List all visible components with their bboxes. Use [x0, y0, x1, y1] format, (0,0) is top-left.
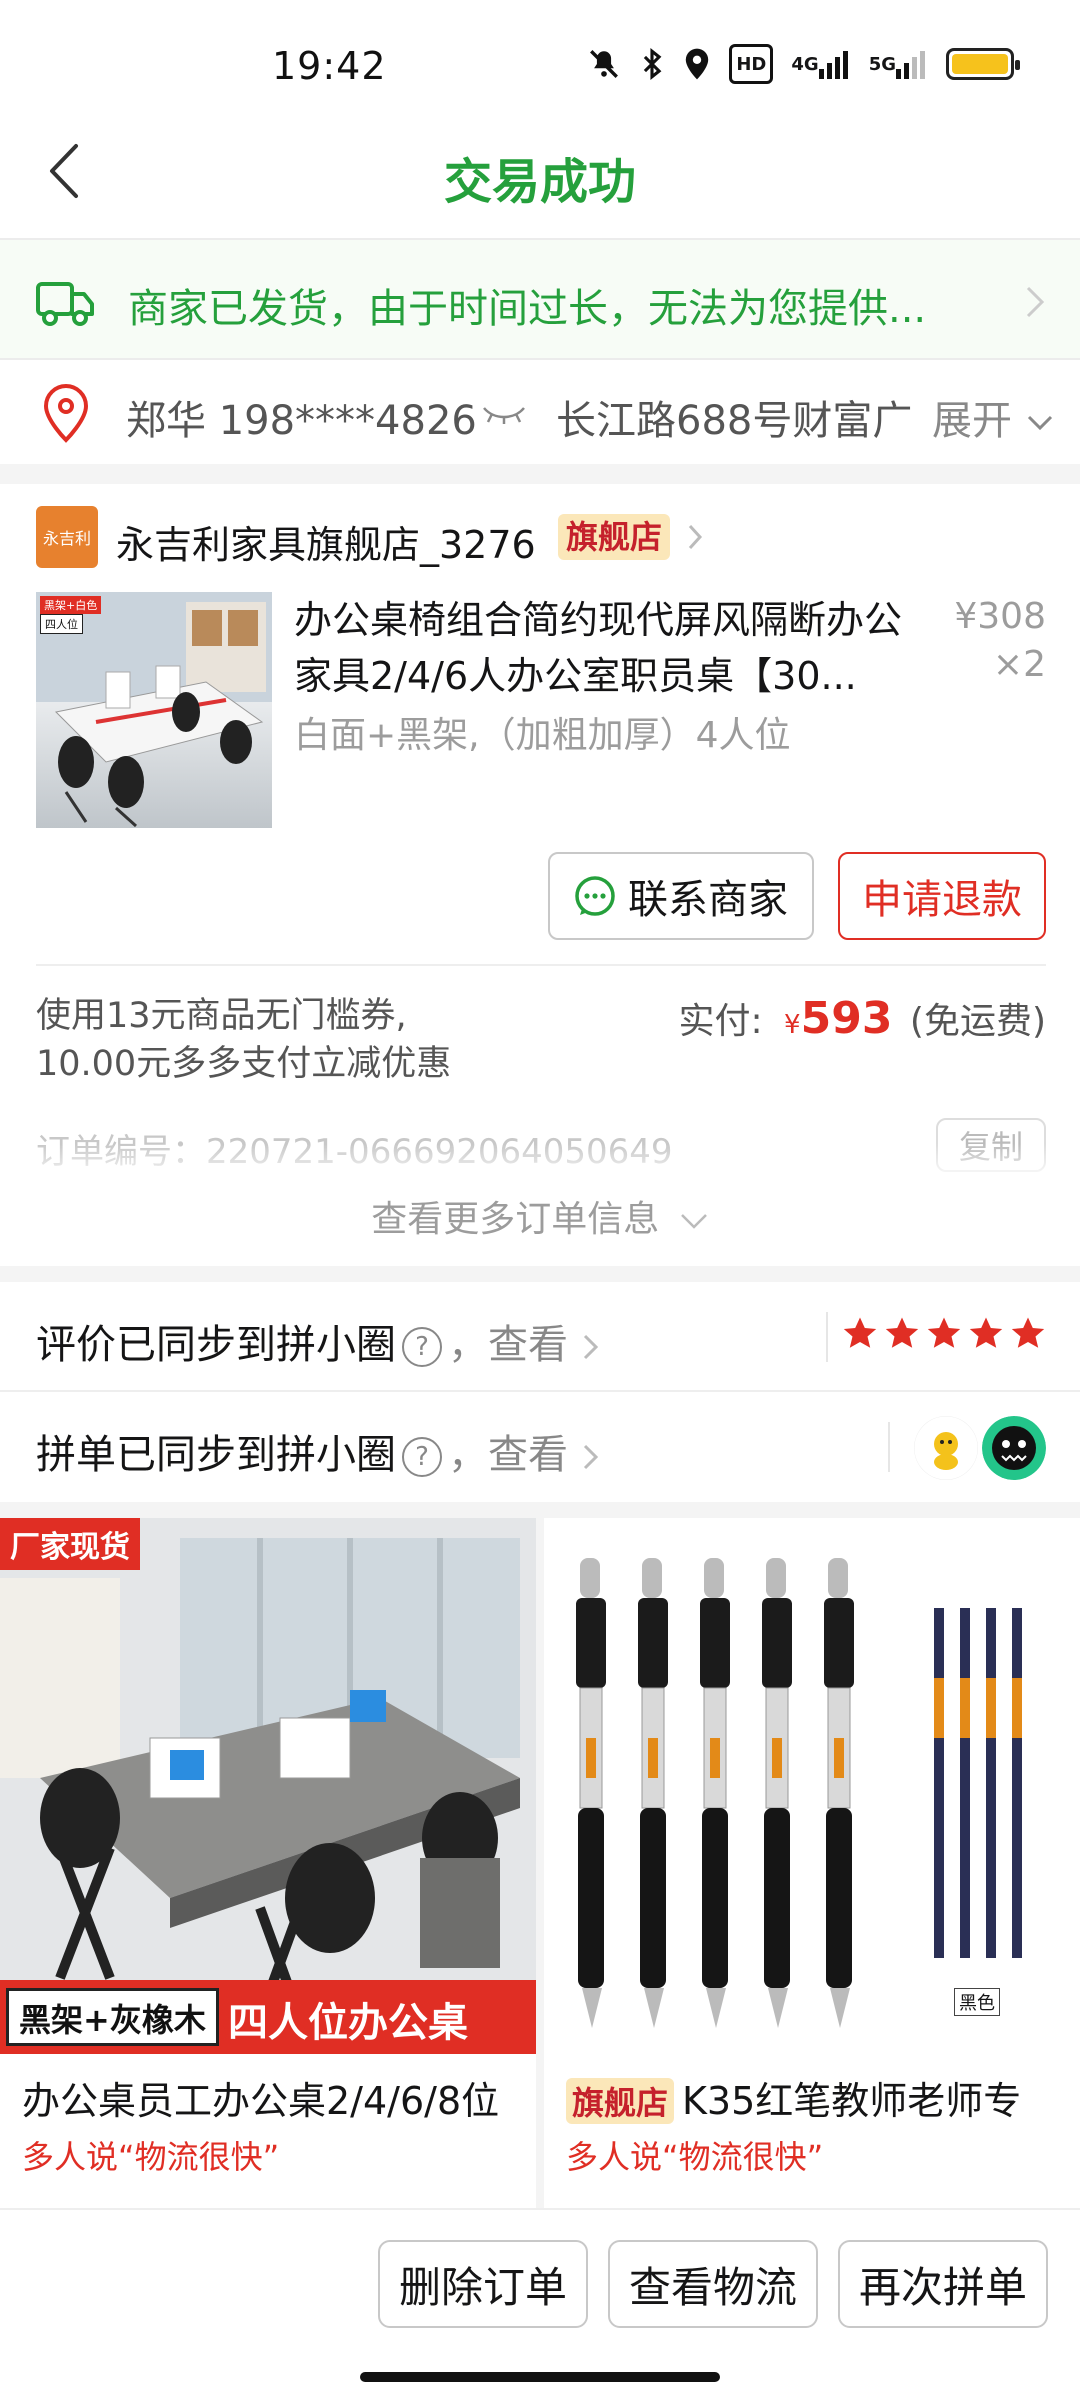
avatar[interactable]: [914, 1416, 978, 1480]
home-indicator[interactable]: [360, 2372, 720, 2382]
rebuy-button[interactable]: 再次拼单: [838, 2240, 1048, 2328]
refill-color-label: 黑色: [954, 1988, 1000, 2016]
unit-price: ¥308: [954, 596, 1046, 637]
promo-text: 使用13元商品无门槛券, 10.00元多多支付立减优惠: [36, 992, 486, 1088]
help-icon[interactable]: ?: [402, 1437, 442, 1477]
promo-line-2: 10.00元多多支付立减优惠: [36, 1044, 452, 1084]
logistics-text: 商家已发货，由于时间过长，无法为您提供...: [128, 286, 927, 332]
avatar[interactable]: [982, 1416, 1046, 1480]
flagship-badge: 旗舰店: [558, 514, 671, 560]
star-icon: [969, 1317, 1003, 1348]
bluetooth-icon: [639, 44, 665, 84]
receiver-name-phone: 郑华 198****4826: [126, 398, 477, 444]
nav-header: 交易成功: [0, 120, 1080, 238]
recommendation-grid: 厂家现货 黑架+灰橡木 四人位办公桌 办公桌员工办公桌2/4/6/8位 多人说“…: [0, 1518, 1080, 2208]
location-pin-icon: [43, 383, 89, 443]
contact-label: 联系商家: [628, 877, 788, 923]
paid-amount: 593: [800, 993, 893, 1044]
recommend-desk-image: 厂家现货 黑架+灰橡木 四人位办公桌: [0, 1518, 536, 2054]
store-name[interactable]: 永吉利家具旗舰店_3276: [116, 514, 536, 569]
more-order-info-button[interactable]: 查看更多订单信息: [0, 1190, 1080, 1242]
divider: [36, 964, 1046, 966]
sync-section: 评价已同步到拼小圈? ，查看 拼单已同步到拼小圈? ，查看: [0, 1282, 1080, 1502]
recommend-title-text: K35红笔教师老师专: [682, 2079, 1022, 2123]
store-chevron-icon[interactable]: [686, 522, 704, 552]
truck-icon: [36, 282, 94, 326]
rating-stars: [842, 1316, 1046, 1352]
store-logo[interactable]: 永吉利: [36, 506, 98, 568]
review-look-link[interactable]: ，查看: [448, 1322, 568, 1368]
bottom-action-bar: 删除订单 查看物流 再次拼单: [0, 2208, 1080, 2400]
hide-eye-icon[interactable]: [482, 402, 526, 426]
recommend-pen-image: 黑色: [544, 1518, 1080, 2054]
recommend-subtitle: 多人说“物流很快”: [22, 2138, 280, 2176]
star-icon: [843, 1317, 877, 1348]
flagship-badge: 旗舰店: [566, 2078, 675, 2124]
4g-signal-icon: 4G: [791, 44, 850, 84]
address-street: 长江路688号财富广: [556, 398, 913, 444]
order-detail-page: 19:42 HD 4G 5G 交易成功 商家已发货，由于时间过长，无法为您提供.…: [0, 0, 1080, 2400]
product-title[interactable]: 办公桌椅组合简约现代屏风隔断办公家具2/4/6人办公室职员桌【30...: [294, 592, 924, 704]
delete-order-button[interactable]: 删除订单: [378, 2240, 588, 2328]
status-bar: 19:42 HD 4G 5G: [0, 0, 1080, 130]
request-refund-button[interactable]: 申请退款: [838, 852, 1046, 940]
review-sync-label: 评价已同步到拼小圈: [36, 1322, 396, 1368]
image-badge-seats: 四人位: [40, 614, 83, 634]
group-avatars: [914, 1416, 1046, 1480]
star-icon: [927, 1317, 961, 1348]
desk-banner-material: 黑架+灰橡木: [6, 1988, 219, 2046]
recommend-card-pen[interactable]: 黑色 旗舰店 K35红笔教师老师专 多人说“物流很快”: [544, 1518, 1080, 2208]
fade-overlay: [0, 1144, 1080, 1184]
star-icon: [1011, 1317, 1045, 1348]
mute-bell-icon: [587, 44, 621, 84]
shipping-note: (免运费): [909, 1001, 1046, 1042]
battery-icon: [946, 44, 1020, 84]
more-order-info-label: 查看更多订单信息: [371, 1199, 660, 1240]
status-time: 19:42: [272, 44, 387, 88]
group-sync-row[interactable]: 拼单已同步到拼小圈? ，查看: [0, 1392, 1080, 1502]
review-sync-row[interactable]: 评价已同步到拼小圈? ，查看: [0, 1282, 1080, 1392]
view-logistics-button[interactable]: 查看物流: [608, 2240, 818, 2328]
recommend-title: 办公桌员工办公桌2/4/6/8位: [22, 2079, 500, 2123]
paid-amount-row: 实付: ¥593 (免运费): [678, 992, 1046, 1044]
expand-address-button[interactable]: 展开: [932, 388, 1055, 446]
expand-label: 展开: [932, 398, 1012, 444]
recommend-card-desk[interactable]: 厂家现货 黑架+灰橡木 四人位办公桌 办公桌员工办公桌2/4/6/8位 多人说“…: [0, 1518, 536, 2208]
paid-label: 实付:: [678, 1001, 763, 1042]
quantity: ×2: [992, 644, 1046, 685]
logistics-banner[interactable]: 商家已发货，由于时间过长，无法为您提供...: [0, 238, 1080, 360]
group-look-link[interactable]: ，查看: [448, 1432, 568, 1478]
product-spec: 白面+黑架,（加粗加厚）4人位: [294, 715, 791, 756]
vertical-divider: [826, 1312, 828, 1362]
address-row[interactable]: 郑华 198****4826 长江路688号财富广 展开: [0, 360, 1080, 464]
product-image[interactable]: 黑架+白色 四人位: [36, 592, 272, 828]
status-icons: HD 4G 5G: [587, 44, 1020, 84]
image-badge-color: 黑架+白色: [40, 596, 102, 614]
chevron-right-icon: [1026, 286, 1045, 318]
chevron-right-icon: [583, 1444, 598, 1470]
page-title: 交易成功: [443, 154, 636, 210]
recommend-title: 旗舰店 K35红笔教师老师专: [566, 2070, 1066, 2125]
chat-icon: [575, 876, 615, 916]
vertical-divider: [888, 1422, 890, 1472]
chevron-down-icon: [1027, 415, 1052, 431]
currency-symbol: ¥: [784, 1010, 801, 1040]
desk-banner-seats: 四人位办公桌: [228, 2000, 468, 2046]
chevron-right-icon: [583, 1334, 598, 1360]
contact-merchant-button[interactable]: 联系商家: [548, 852, 814, 940]
order-card: 永吉利 永吉利家具旗舰店_3276 旗舰店 黑架+白色 四人位 办公桌椅组合简约…: [0, 484, 1080, 1266]
desk-banner: 黑架+灰橡木 四人位办公桌: [0, 1980, 536, 2054]
factory-stock-tag: 厂家现货: [0, 1518, 140, 1570]
help-icon[interactable]: ?: [402, 1327, 442, 1367]
recommend-subtitle: 多人说“物流很快”: [566, 2138, 824, 2176]
chevron-down-icon: [680, 1214, 707, 1229]
5g-signal-icon: 5G: [869, 44, 928, 84]
promo-line-1: 使用13元商品无门槛券,: [36, 996, 407, 1036]
location-icon: [683, 44, 711, 84]
group-sync-label: 拼单已同步到拼小圈: [36, 1432, 396, 1478]
star-icon: [885, 1317, 919, 1348]
hd-icon: HD: [729, 44, 774, 84]
